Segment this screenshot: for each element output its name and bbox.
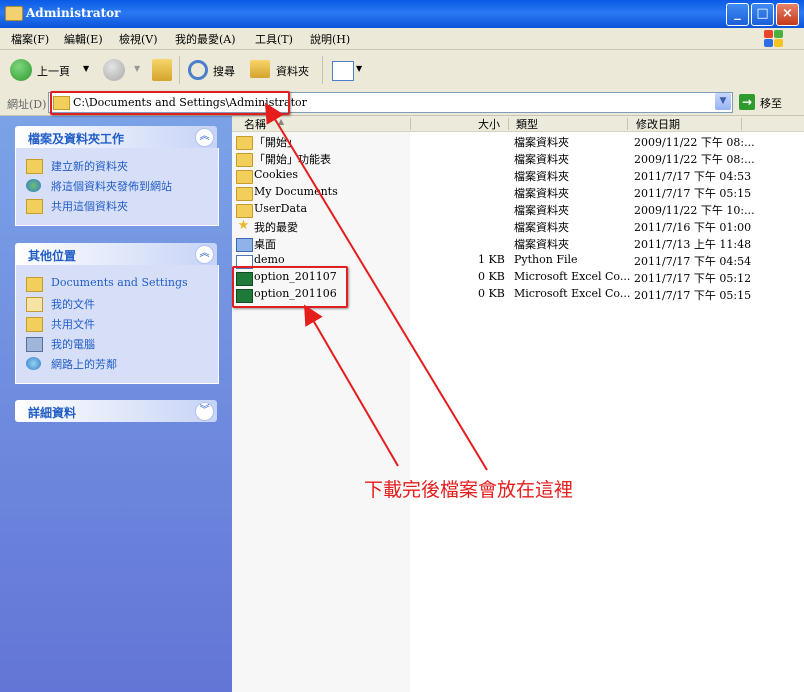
arrow-to-address (264, 102, 488, 471)
annotation-text: 下載完後檔案會放在這裡 (364, 479, 574, 501)
annotation-arrows (264, 102, 488, 471)
arrow-to-files (303, 304, 399, 467)
